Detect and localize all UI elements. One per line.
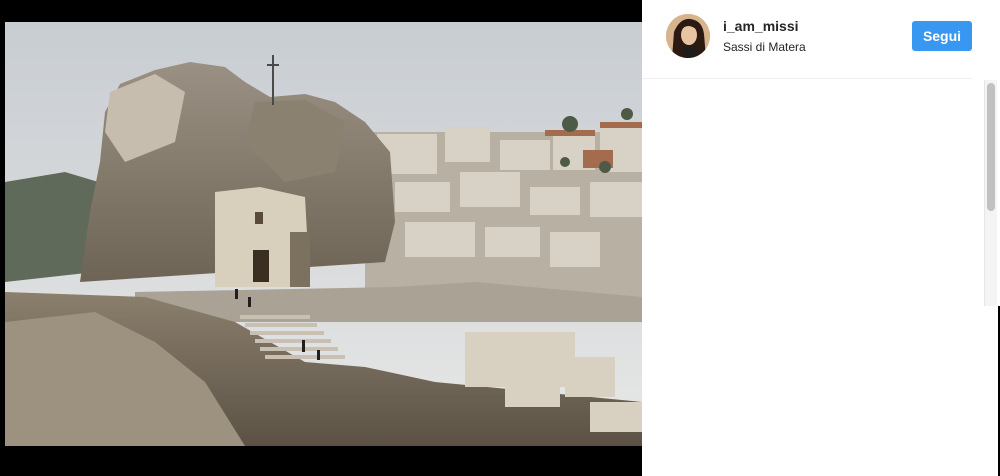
post-header: i_am_missi Sassi di Matera Segui (642, 0, 972, 79)
username-link[interactable]: i_am_missi (723, 18, 799, 34)
scrollbar-thumb[interactable] (987, 83, 995, 211)
post-photo[interactable] (5, 22, 642, 446)
location-link[interactable]: Sassi di Matera (723, 40, 806, 54)
post-side-panel: i_am_missi Sassi di Matera Segui (642, 0, 1000, 476)
avatar[interactable] (666, 14, 710, 58)
comments-scrollbar[interactable] (984, 80, 997, 306)
profile-photo-icon (666, 14, 710, 58)
post-media[interactable] (0, 0, 642, 476)
follow-button[interactable]: Segui (912, 21, 972, 51)
comments-area (666, 79, 996, 304)
